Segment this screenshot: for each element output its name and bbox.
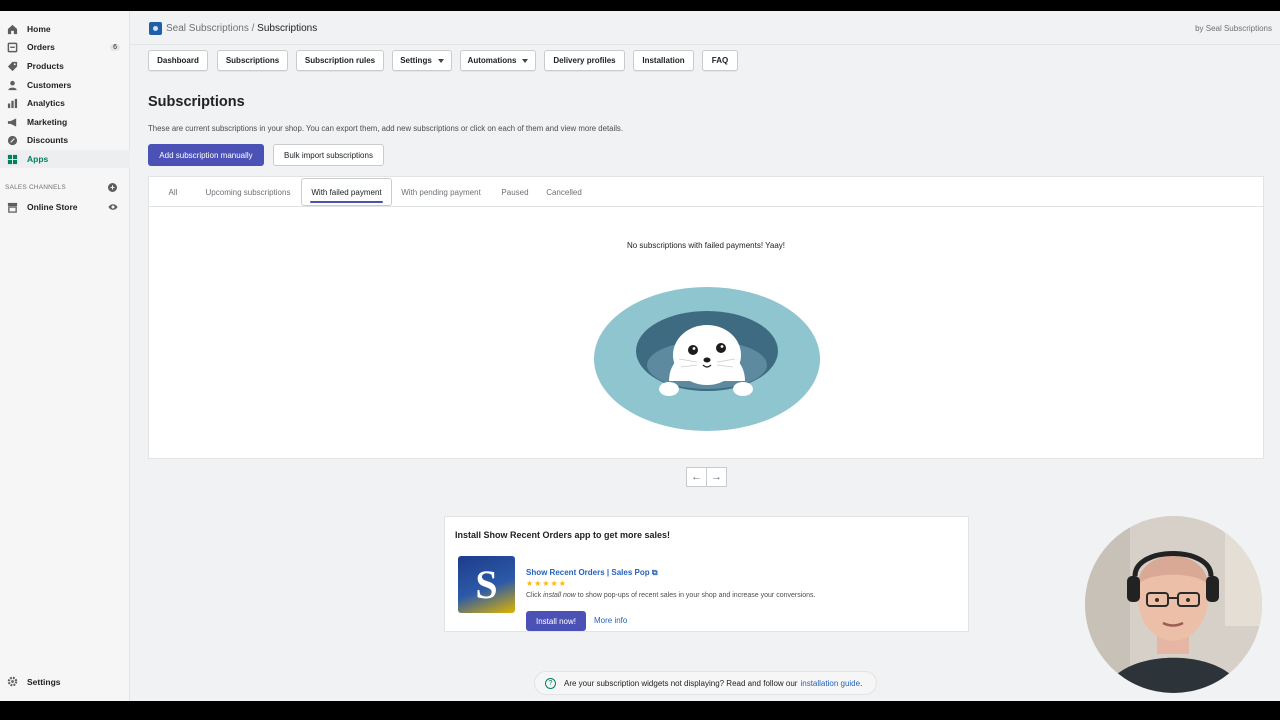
app-frame: Home Orders 6 Products Customers Analyti…	[0, 11, 1280, 701]
page-title: Subscriptions	[148, 94, 245, 110]
promo-title: Install Show Recent Orders app to get mo…	[455, 530, 671, 540]
sidebar-item-label: Products	[27, 61, 64, 71]
more-info-link[interactable]: More info	[594, 616, 627, 625]
sidebar-item-settings[interactable]: Settings	[7, 676, 61, 687]
add-sales-channel-icon[interactable]: +	[108, 183, 117, 192]
page-description: These are current subscriptions in your …	[148, 124, 623, 133]
promo-card: Install Show Recent Orders app to get mo…	[444, 516, 969, 632]
sales-pop-logo: S	[458, 556, 515, 613]
subscriptions-card: All Upcoming subscriptions With failed p…	[148, 176, 1264, 459]
gear-icon	[7, 676, 18, 687]
sidebar-item-products[interactable]: Products	[0, 57, 130, 75]
orders-count-badge: 6	[110, 43, 120, 51]
tab-upcoming[interactable]: Upcoming subscriptions	[199, 178, 297, 206]
empty-state-message: No subscriptions with failed payments! Y…	[626, 241, 785, 250]
breadcrumb-app[interactable]: Seal Subscriptions	[166, 23, 249, 34]
marketing-icon	[7, 117, 18, 128]
products-icon	[7, 61, 18, 72]
sidebar-item-apps[interactable]: Apps	[0, 150, 130, 168]
sidebar-item-label: Home	[27, 24, 51, 34]
presenter-video	[1085, 516, 1262, 693]
sales-channels-heading: SALES CHANNELS	[5, 184, 66, 191]
eye-icon[interactable]	[108, 202, 118, 212]
rating-stars: ★★★★★	[526, 579, 567, 588]
caret-down-icon	[437, 58, 444, 63]
tab-dashboard[interactable]: Dashboard	[148, 50, 208, 71]
sidebar-item-label: Customers	[27, 80, 72, 90]
prev-page-button[interactable]: ←	[686, 467, 707, 487]
tab-settings[interactable]: Settings	[392, 50, 452, 71]
orders-icon	[7, 42, 18, 53]
webcam-overlay	[1085, 516, 1262, 693]
sidebar-item-label: Marketing	[27, 117, 68, 127]
sidebar-item-label: Settings	[27, 676, 61, 687]
sidebar-item-analytics[interactable]: Analytics	[0, 94, 130, 112]
store-icon	[7, 202, 18, 213]
sidebar-item-label: Apps	[27, 154, 49, 164]
seal-illustration	[594, 287, 820, 431]
caret-down-icon	[522, 58, 529, 63]
promo-description: Click install now to show pop-ups of rec…	[526, 592, 816, 599]
bulk-import-button[interactable]: Bulk import subscriptions	[273, 144, 384, 166]
app-author: by Seal Subscriptions	[1195, 24, 1272, 33]
install-now-button[interactable]: Install now!	[526, 611, 586, 631]
tab-delivery-profiles[interactable]: Delivery profiles	[544, 50, 625, 71]
apps-icon	[7, 154, 18, 165]
app-header: Seal Subscriptions / Subscriptions by Se…	[130, 11, 1280, 45]
sidebar-item-marketing[interactable]: Marketing	[0, 113, 130, 131]
add-subscription-button[interactable]: Add subscription manually	[148, 144, 264, 166]
breadcrumb: Seal Subscriptions / Subscriptions	[166, 23, 318, 34]
promo-app-link[interactable]: Show Recent Orders | Sales Pop ⧉	[526, 568, 658, 578]
analytics-icon	[7, 98, 18, 109]
tab-automations[interactable]: Automations	[460, 50, 536, 71]
sidebar-item-label: Discounts	[27, 135, 69, 145]
tab-cancelled[interactable]: Cancelled	[542, 178, 586, 206]
next-page-button[interactable]: →	[706, 467, 727, 487]
sidebar-item-label: Orders	[27, 42, 55, 52]
seal-app-logo-icon	[149, 22, 162, 35]
sidebar-item-discounts[interactable]: Discounts	[0, 131, 130, 149]
sidebar-item-orders[interactable]: Orders 6	[0, 38, 130, 56]
sidebar-item-customers[interactable]: Customers	[0, 76, 130, 94]
help-text: Are your subscription widgets not displa…	[564, 678, 798, 688]
tab-faq[interactable]: FAQ	[702, 50, 738, 71]
sidebar-item-label: Analytics	[27, 98, 65, 108]
sidebar-item-label: Online Store	[27, 202, 78, 212]
installation-guide-link[interactable]: installation guide	[800, 679, 860, 688]
breadcrumb-current: Subscriptions	[257, 23, 318, 34]
tab-all[interactable]: All	[163, 178, 183, 206]
tab-installation[interactable]: Installation	[633, 50, 694, 71]
discounts-icon	[7, 135, 18, 146]
customers-icon	[7, 80, 18, 91]
filter-tabs: All Upcoming subscriptions With failed p…	[149, 177, 1263, 207]
tab-subscription-rules[interactable]: Subscription rules	[296, 50, 384, 71]
home-icon	[7, 24, 18, 35]
help-banner: ? Are your subscription widgets not disp…	[534, 671, 877, 695]
tab-pending-payment[interactable]: With pending payment	[396, 178, 486, 206]
sidebar-item-home[interactable]: Home	[0, 20, 130, 38]
tab-paused[interactable]: Paused	[496, 178, 534, 206]
tab-subscriptions[interactable]: Subscriptions	[217, 50, 288, 71]
external-link-icon: ⧉	[651, 568, 658, 577]
sidebar: Home Orders 6 Products Customers Analyti…	[0, 11, 130, 701]
help-question-icon: ?	[545, 677, 556, 689]
tab-failed-payment[interactable]: With failed payment	[301, 178, 392, 206]
sidebar-item-online-store[interactable]: Online Store	[0, 198, 130, 216]
